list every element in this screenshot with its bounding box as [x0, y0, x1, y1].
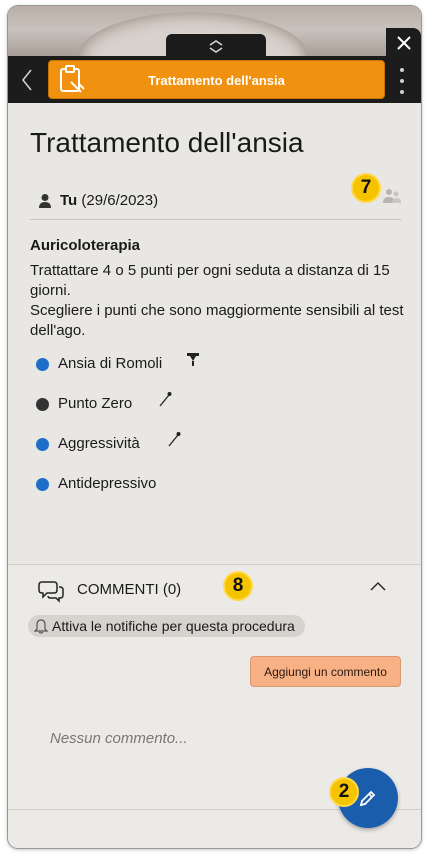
add-comment-button[interactable]: Aggiungi un commento: [250, 656, 401, 687]
point-label: Punto Zero: [58, 395, 133, 412]
nav-title: Trattamento dell'ansia: [148, 73, 285, 88]
step-badge-2: 2: [329, 777, 359, 807]
more-options-button[interactable]: [396, 68, 408, 94]
needle-icon: [159, 392, 172, 407]
back-button[interactable]: [16, 66, 38, 94]
section-description: Trattattare 4 o 5 punti per ogni seduta …: [30, 261, 410, 341]
top-nav-bar: Trattamento dell'ansia: [8, 56, 421, 103]
notify-toggle[interactable]: Attiva le notifiche per questa procedura: [28, 615, 305, 637]
description-line: Trattattare 4 o 5 punti per ogni seduta …: [30, 262, 390, 299]
close-button[interactable]: [386, 28, 421, 58]
point-label: Antidepressivo: [58, 475, 157, 492]
point-item[interactable]: Aggressività: [36, 428, 396, 468]
point-dot: [36, 398, 49, 411]
comments-header[interactable]: COMMENTI (0): [77, 581, 181, 598]
point-dot: [36, 358, 49, 371]
section-title: Auricoloterapia: [30, 237, 141, 254]
point-dot: [36, 438, 49, 451]
chevron-up-icon[interactable]: [370, 581, 386, 591]
bell-icon: [34, 618, 48, 634]
drag-handle[interactable]: [166, 34, 266, 58]
points-list: Ansia di Romoli Punto Zero Aggressività …: [36, 348, 396, 508]
description-line: Scegliere i punti che sono maggiormente …: [30, 302, 404, 339]
empty-comments-label: Nessun commento...: [50, 730, 188, 747]
person-icon: [39, 194, 51, 208]
app-window: Trattamento dell'ansia Trattamento dell'…: [8, 6, 421, 848]
users-share-icon: [383, 189, 401, 203]
chevron-left-icon: [21, 69, 32, 91]
tack-icon: [187, 353, 199, 366]
point-label: Aggressività: [58, 435, 140, 452]
chevron-up-down-icon: [209, 40, 223, 53]
author-name: Tu: [60, 192, 78, 209]
notify-label: Attiva le notifiche per questa procedura: [52, 618, 295, 634]
comments-icon: [38, 581, 64, 603]
procedure-title-pill: Trattamento dell'ansia: [48, 60, 385, 99]
needle-icon: [168, 432, 181, 447]
point-item[interactable]: Antidepressivo: [36, 468, 396, 508]
author-date: (29/6/2023): [81, 192, 159, 209]
author-label: Tu (29/6/2023): [60, 192, 158, 209]
step-badge-8: 8: [223, 571, 253, 601]
point-item[interactable]: Ansia di Romoli: [36, 348, 396, 388]
divider: [30, 219, 401, 220]
share-users-button[interactable]: [381, 187, 403, 210]
point-label: Ansia di Romoli: [58, 355, 163, 372]
point-dot: [36, 478, 49, 491]
close-icon: [396, 36, 411, 50]
page-title: Trattamento dell'ansia: [30, 127, 304, 158]
point-item[interactable]: Punto Zero: [36, 388, 396, 428]
pencil-icon: [359, 790, 376, 807]
author-row: Tu (29/6/2023): [30, 187, 401, 213]
